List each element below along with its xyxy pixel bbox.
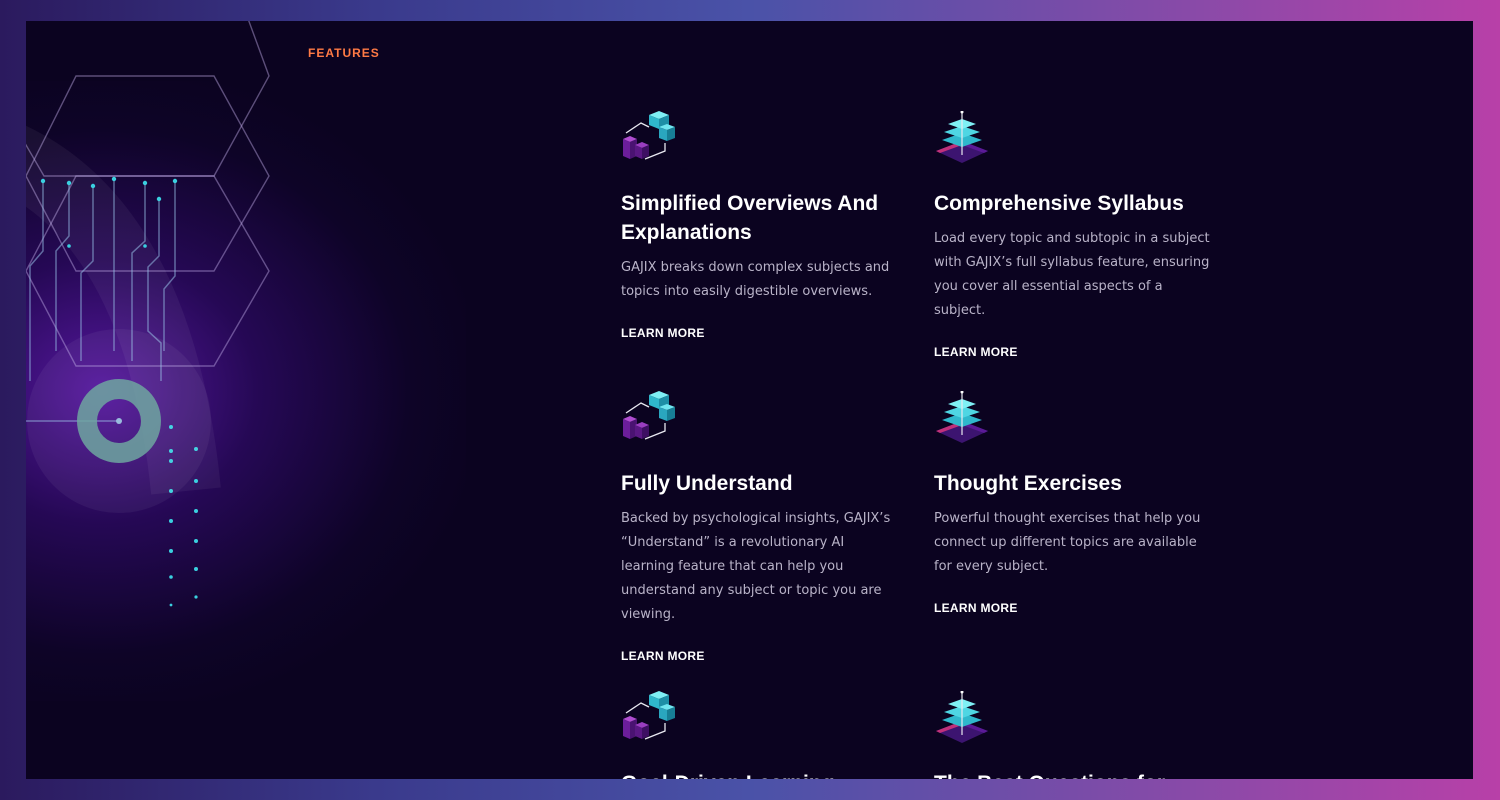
circuit-illustration — [26, 21, 270, 607]
learn-more-link[interactable]: LEARN MORE — [934, 601, 1018, 615]
feature-title: Thought Exercises — [934, 472, 1122, 495]
feature-card: Goal-Driven Learning — [621, 691, 901, 779]
section-eyebrow: FEATURES — [308, 46, 380, 60]
feature-title: Goal-Driven Learning — [621, 769, 901, 779]
feature-title: Comprehensive Syllabus — [934, 192, 1184, 215]
cubes-icon — [623, 111, 675, 160]
feature-description: GAJIX breaks down complex subjects and t… — [621, 260, 890, 299]
features-section: FEATURES Simplified Overviews And Explan… — [26, 21, 1473, 779]
feature-card: Fully Understand Backed by psychological… — [621, 391, 901, 665]
feature-description: Powerful thought exercises that help you… — [934, 511, 1201, 574]
feature-card: Simplified Overviews And Explanations GA… — [621, 111, 901, 342]
feature-card: The Best Questions for — [934, 691, 1214, 779]
feature-card: Comprehensive Syllabus Load every topic … — [934, 111, 1214, 361]
feature-description: Backed by psychological insights, GAJIX’… — [621, 511, 891, 622]
cubes-icon — [623, 391, 675, 440]
learn-more-link[interactable]: LEARN MORE — [621, 649, 705, 663]
feature-title: Simplified Overviews And Explanations — [621, 192, 879, 244]
layers-stack-icon — [936, 111, 988, 163]
cubes-icon — [623, 691, 675, 740]
layers-stack-icon — [936, 691, 988, 743]
learn-more-link[interactable]: LEARN MORE — [934, 345, 1018, 359]
feature-title: The Best Questions for — [934, 769, 1214, 779]
feature-title: Fully Understand — [621, 472, 793, 495]
layers-stack-icon — [936, 391, 988, 443]
feature-card: Thought Exercises Powerful thought exerc… — [934, 391, 1214, 617]
learn-more-link[interactable]: LEARN MORE — [621, 326, 705, 340]
feature-description: Load every topic and subtopic in a subje… — [934, 231, 1210, 318]
